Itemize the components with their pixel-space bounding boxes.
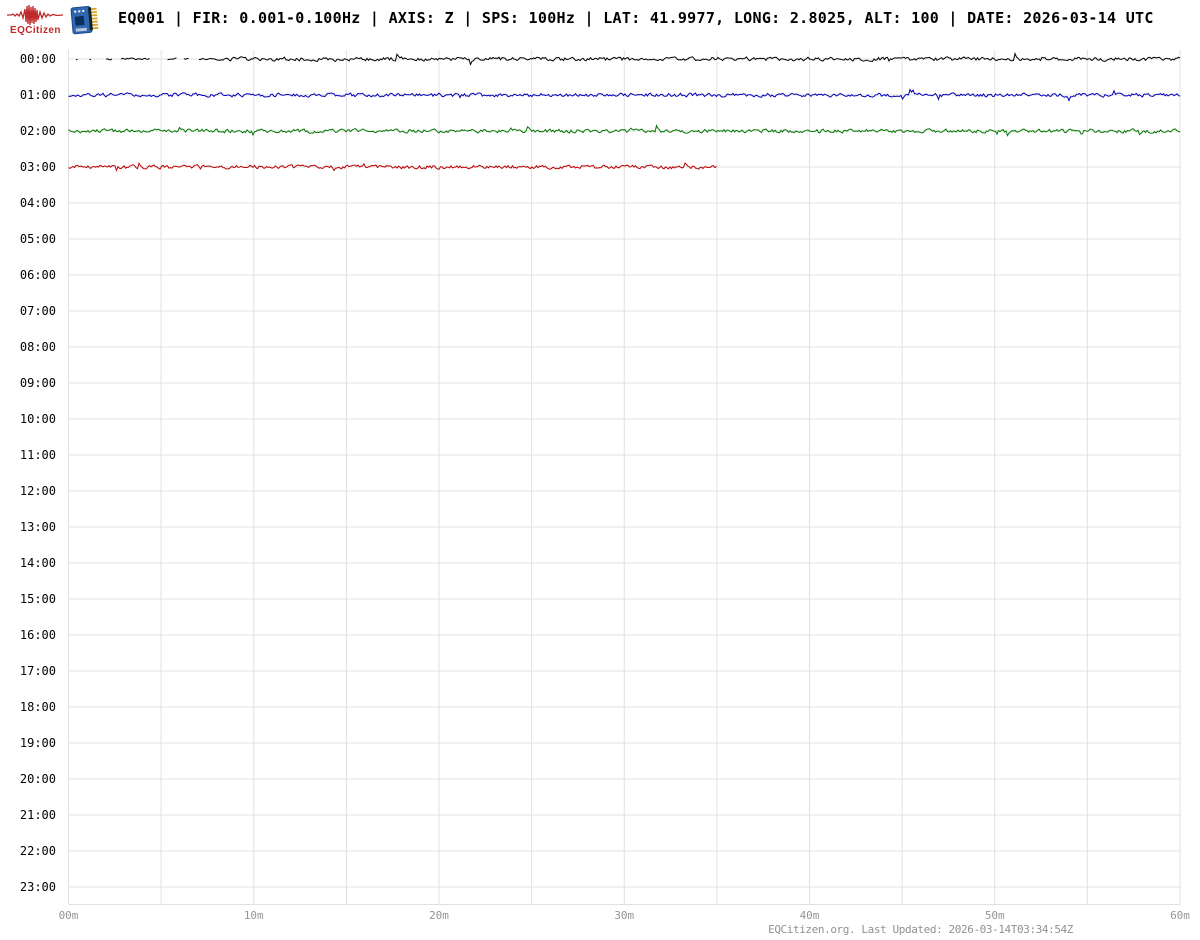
hour-label: 14:00	[20, 556, 56, 570]
footer-text: EQCitizen.org. Last Updated: 2026-03-14T…	[768, 923, 1073, 936]
hour-label: 02:00	[20, 124, 56, 138]
hour-label: 19:00	[20, 736, 56, 750]
hour-label: 11:00	[20, 448, 56, 462]
helicorder-chart: 00:00 01:00 02:00 03:00 04:00 05:00 06:00 07:00…	[20, 50, 1191, 922]
minute-label: 60m	[1170, 909, 1190, 922]
hour-label: 17:00	[20, 664, 56, 678]
hour-axis-labels: 00:00 01:00 02:00 03:00 04:00 05:00 06:00 07:00…	[20, 52, 56, 894]
minute-label: 40m	[800, 909, 820, 922]
hour-label: 06:00	[20, 268, 56, 282]
hour-label: 13:00	[20, 520, 56, 534]
hour-label: 12:00	[20, 484, 56, 498]
helicorder-page: EQCitizen EQ001 | FIR: 0.001-0.100Hz | A…	[0, 0, 1200, 940]
minute-label: 20m	[429, 909, 449, 922]
minute-axis-labels: 00m 10m 20m 30m 40m 50m 60m	[59, 909, 1191, 922]
hour-label: 03:00	[20, 160, 56, 174]
hour-label: 05:00	[20, 232, 56, 246]
hour-label: 21:00	[20, 808, 56, 822]
hour-label: 08:00	[20, 340, 56, 354]
hour-label: 18:00	[20, 700, 56, 714]
hour-label: 23:00	[20, 880, 56, 894]
hour-label: 04:00	[20, 196, 56, 210]
hour-label: 15:00	[20, 592, 56, 606]
minute-label: 10m	[244, 909, 264, 922]
hour-label: 16:00	[20, 628, 56, 642]
hour-label: 01:00	[20, 88, 56, 102]
hour-label: 20:00	[20, 772, 56, 786]
minute-label: 30m	[614, 909, 634, 922]
hour-label: 00:00	[20, 52, 56, 66]
minute-label: 50m	[985, 909, 1005, 922]
hour-label: 09:00	[20, 376, 56, 390]
minute-label: 00m	[59, 909, 79, 922]
grid	[68, 50, 1181, 905]
hour-label: 07:00	[20, 304, 56, 318]
hour-label: 22:00	[20, 844, 56, 858]
hour-label: 10:00	[20, 412, 56, 426]
